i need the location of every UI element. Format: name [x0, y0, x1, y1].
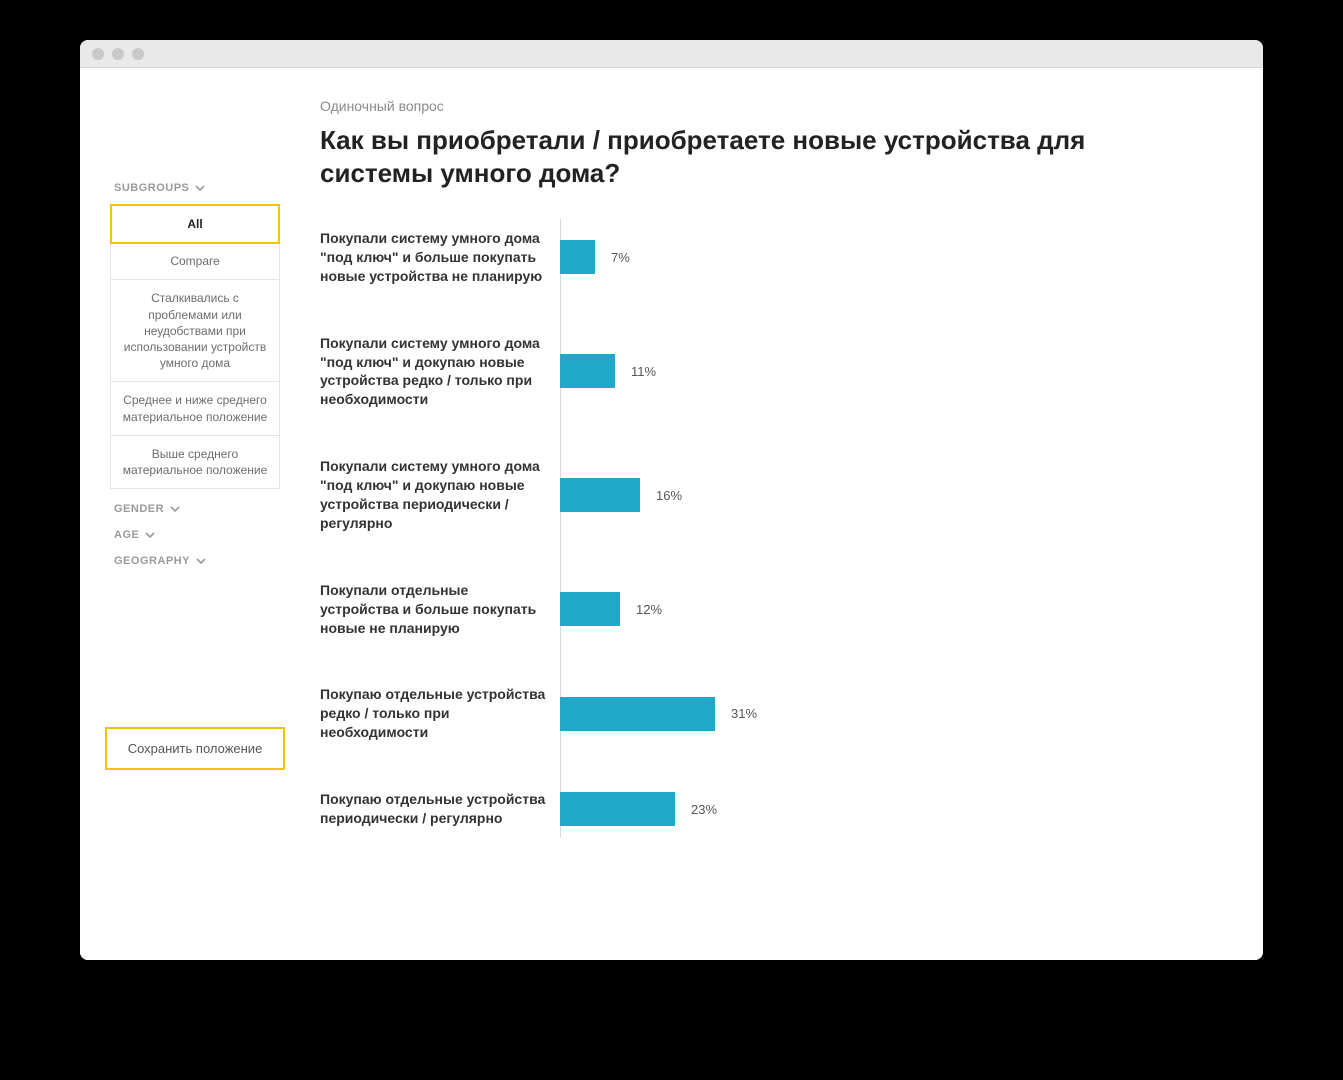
window-close-dot[interactable] — [92, 48, 104, 60]
gender-header[interactable]: GENDER — [114, 503, 280, 515]
page-content: SUBGROUPS All Compare Сталкивались с про… — [80, 68, 1260, 936]
window-min-dot[interactable] — [112, 48, 124, 60]
gender-label: GENDER — [114, 503, 164, 515]
bar-area: 31% — [560, 696, 1220, 732]
subgroup-item-income-high[interactable]: Выше среднего материальное положение — [111, 436, 279, 488]
main-content: Одиночный вопрос Как вы приобретали / пр… — [320, 98, 1220, 876]
geography-header[interactable]: GEOGRAPHY — [114, 555, 280, 567]
geography-label: GEOGRAPHY — [114, 555, 190, 567]
chart-axis-line — [560, 219, 561, 838]
scroll-viewport[interactable]: SUBGROUPS All Compare Сталкивались с про… — [80, 68, 1263, 960]
chevron-down-icon — [170, 504, 180, 514]
bar-label: Покупали систему умного дома "под ключ" … — [320, 334, 560, 410]
chevron-down-icon — [145, 530, 155, 540]
window-titlebar — [80, 40, 1263, 68]
subgroups-header[interactable]: SUBGROUPS — [114, 182, 280, 194]
age-header[interactable]: AGE — [114, 529, 280, 541]
chevron-down-icon — [195, 183, 205, 193]
subgroup-item-income-low[interactable]: Среднее и ниже среднего материальное пол… — [111, 382, 279, 435]
age-label: AGE — [114, 529, 139, 541]
bar-value-label: 23% — [691, 802, 717, 817]
question-type-label: Одиночный вопрос — [320, 98, 1220, 114]
bar-value-label: 12% — [636, 602, 662, 617]
save-position-button[interactable]: Сохранить положение — [105, 727, 285, 770]
bar — [560, 697, 715, 731]
chart-row: Покупаю отдельные устройства редко / тол… — [320, 685, 1220, 742]
question-title: Как вы приобретали / приобретаете новые … — [320, 124, 1100, 189]
bar-area: 23% — [560, 791, 1220, 827]
app-window: SUBGROUPS All Compare Сталкивались с про… — [80, 40, 1263, 960]
bar-value-label: 11% — [631, 364, 656, 379]
chevron-down-icon — [196, 556, 206, 566]
bar-label: Покупали систему умного дома "под ключ" … — [320, 457, 560, 533]
chart-row: Покупали отдельные устройства и больше п… — [320, 581, 1220, 638]
bar-area: 16% — [560, 477, 1220, 513]
subgroup-item-all[interactable]: All — [110, 204, 280, 244]
bar — [560, 354, 615, 388]
chart-row: Покупаю отдельные устройства периодическ… — [320, 790, 1220, 828]
bar-value-label: 16% — [656, 488, 682, 503]
chart-row: Покупали систему умного дома "под ключ" … — [320, 229, 1220, 286]
sidebar: SUBGROUPS All Compare Сталкивались с про… — [110, 98, 280, 770]
bar — [560, 792, 675, 826]
window-max-dot[interactable] — [132, 48, 144, 60]
bar-label: Покупаю отдельные устройства редко / тол… — [320, 685, 560, 742]
bar-value-label: 7% — [611, 250, 630, 265]
bar-area: 11% — [560, 353, 1220, 389]
bar-label: Покупаю отдельные устройства периодическ… — [320, 790, 560, 828]
subgroup-item-compare[interactable]: Compare — [111, 243, 279, 280]
bar — [560, 478, 640, 512]
bar — [560, 240, 595, 274]
bar-area: 12% — [560, 591, 1220, 627]
bar — [560, 592, 620, 626]
bar-area: 7% — [560, 239, 1220, 275]
subgroup-list: All Compare Сталкивались с проблемами ил… — [110, 204, 280, 489]
subgroups-label: SUBGROUPS — [114, 182, 189, 194]
subgroup-item-problems[interactable]: Сталкивались с проблемами или неудобства… — [111, 280, 279, 382]
chart-row: Покупали систему умного дома "под ключ" … — [320, 457, 1220, 533]
bar-value-label: 31% — [731, 706, 757, 721]
bar-label: Покупали систему умного дома "под ключ" … — [320, 229, 560, 286]
bar-chart: Покупали систему умного дома "под ключ" … — [320, 229, 1220, 828]
chart-row: Покупали систему умного дома "под ключ" … — [320, 334, 1220, 410]
bar-label: Покупали отдельные устройства и больше п… — [320, 581, 560, 638]
